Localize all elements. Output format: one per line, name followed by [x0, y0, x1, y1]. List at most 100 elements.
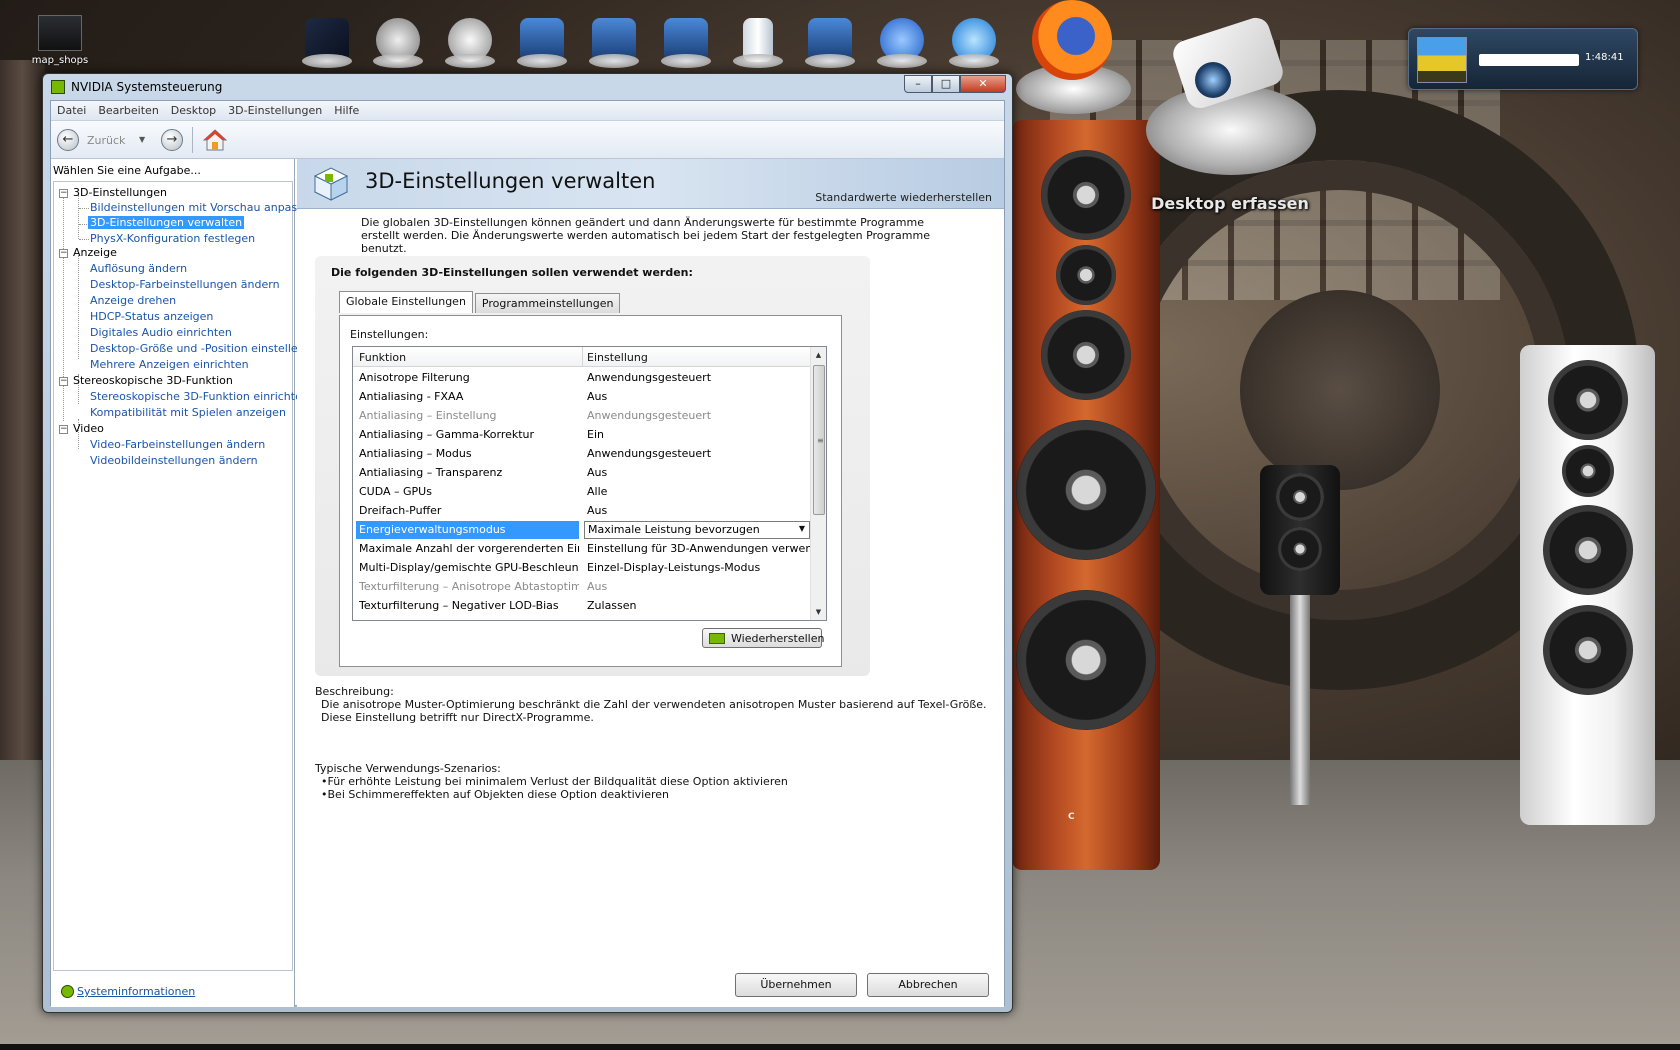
apply-button[interactable]: Übernehmen: [735, 973, 857, 997]
forward-arrow-icon[interactable]: →: [161, 129, 183, 151]
tab-program-settings[interactable]: Programmeinstellungen: [474, 293, 621, 313]
setting-value-text: Zulassen: [587, 599, 637, 612]
collapse-anzeige-icon[interactable]: −: [59, 249, 68, 258]
collapse-video-icon[interactable]: −: [59, 425, 68, 434]
home-icon[interactable]: [203, 129, 227, 151]
tree-category-stereoskopisch[interactable]: Stereoskopische 3D-Funktion: [73, 374, 233, 387]
restore-button-label: Wiederherstellen: [731, 632, 825, 645]
menu-3d-einstellungen[interactable]: 3D-Einstellungen: [222, 101, 328, 120]
setting-feature: Antialiasing – Transparenz: [359, 466, 503, 479]
dock-folder-icon[interactable]: [511, 6, 573, 68]
settings-row[interactable]: Anisotrope Filterung Anwendungsgesteuert: [353, 368, 811, 388]
tree-category-video[interactable]: Video: [73, 422, 104, 435]
tree-item-digitales-audio[interactable]: Digitales Audio einrichten: [90, 326, 232, 339]
tree-item-hdcp-status[interactable]: HDCP-Status anzeigen: [90, 310, 213, 323]
menu-bearbeiten[interactable]: Bearbeiten: [92, 101, 164, 120]
scroll-thumb[interactable]: ≡: [813, 365, 825, 515]
speaker-driver: [1276, 473, 1324, 521]
column-header-funktion[interactable]: Funktion: [359, 351, 406, 364]
close-button[interactable]: ✕: [960, 75, 1006, 93]
usage-list: Für erhöhte Leistung bei minimalem Verlu…: [321, 775, 788, 801]
black-speaker-image: [1260, 465, 1340, 595]
dock-opera-icon[interactable]: [871, 6, 933, 68]
column-header-einstellung[interactable]: Einstellung: [587, 351, 648, 364]
settings-row[interactable]: Multi-Display/gemischte GPU-Beschleunigu…: [353, 558, 811, 578]
dock-folder3-icon[interactable]: [655, 6, 717, 68]
setting-value: Einzel-Display-Leistungs-Modus: [587, 561, 807, 574]
intro-text: Die globalen 3D-Einstellungen können geä…: [361, 216, 930, 255]
cancel-button[interactable]: Abbrechen: [867, 973, 989, 997]
back-button-label[interactable]: Zurück: [87, 134, 125, 147]
setting-value-dropdown[interactable]: Maximale Leistung bevorzugen ▼: [584, 521, 810, 539]
tree-item-stereo-einrichten[interactable]: Stereoskopische 3D-Funktion einrichten: [90, 390, 309, 403]
tree-item-video-farbeinstellungen[interactable]: Video-Farbeinstellungen ändern: [90, 438, 265, 451]
maximize-button[interactable]: □: [932, 75, 960, 93]
usage-item: Für erhöhte Leistung bei minimalem Verlu…: [321, 775, 788, 788]
description-text: Die anisotrope Muster-Optimierung beschr…: [321, 698, 987, 724]
setting-value: Einstellung für 3D-Anwendungen verwenden: [587, 542, 826, 555]
collapse-3d-icon[interactable]: −: [59, 189, 68, 198]
speaker-driver: [1016, 590, 1156, 730]
back-arrow-icon[interactable]: ←: [57, 129, 79, 151]
media-player-widget[interactable]: 1:48:41: [1408, 28, 1638, 90]
scroll-up-icon[interactable]: ▲: [811, 347, 826, 363]
tree-item-desktop-farbeinstellungen[interactable]: Desktop-Farbeinstellungen ändern: [90, 278, 280, 291]
menu-datei[interactable]: Datei: [51, 101, 92, 120]
scroll-down-icon[interactable]: ▼: [811, 604, 826, 620]
setting-value-text: Anwendungsgesteuert: [587, 371, 712, 384]
tree-item-anzeige-drehen[interactable]: Anzeige drehen: [90, 294, 176, 307]
setting-value: Anwendungsgesteuert: [587, 371, 807, 384]
dock-harddisk-icon[interactable]: [367, 6, 429, 68]
firefox-icon[interactable]: [1032, 0, 1112, 80]
title-bar[interactable]: NVIDIA Systemsteuerung – □ ✕: [43, 74, 1012, 100]
settings-row[interactable]: Antialiasing - FXAA Aus: [353, 387, 811, 407]
settings-row[interactable]: Antialiasing – Modus Anwendungsgesteuert: [353, 444, 811, 464]
history-dropdown-icon[interactable]: ▼: [139, 135, 145, 144]
dock-recycle-bin-icon[interactable]: [727, 6, 789, 68]
tree-item-videobildeinstellungen[interactable]: Videobildeinstellungen ändern: [90, 454, 258, 467]
tree-item-physx[interactable]: PhysX-Konfiguration festlegen: [90, 232, 255, 245]
dock-internet-explorer-icon[interactable]: [943, 6, 1005, 68]
restore-defaults-link[interactable]: Standardwerte wiederherstellen: [815, 191, 992, 204]
settings-row[interactable]: Antialiasing – Einstellung Anwendungsgest…: [353, 406, 811, 426]
tree-item-bildeinstellungen[interactable]: Bildeinstellungen mit Vorschau anpassen: [90, 201, 317, 214]
tab-global-settings[interactable]: Globale Einstellungen: [339, 291, 473, 313]
tree-item-kompatibilitaet[interactable]: Kompatibilität mit Spielen anzeigen: [90, 406, 286, 419]
menu-desktop[interactable]: Desktop: [165, 101, 222, 120]
tree-category-anzeige[interactable]: Anzeige: [73, 246, 117, 259]
tree-item-desktop-groesse[interactable]: Desktop-Größe und -Position einstellen: [90, 342, 305, 355]
tree-category-3d-einstellungen[interactable]: 3D-Einstellungen: [73, 186, 167, 199]
dock-harddisk2-icon[interactable]: [439, 6, 501, 68]
tree-item-mehrere-anzeigen[interactable]: Mehrere Anzeigen einrichten: [90, 358, 249, 371]
settings-row[interactable]: Maximale Anzahl der vorgerenderten Einz.…: [353, 539, 826, 559]
settings-row[interactable]: Energieverwaltungsmodus Maximale Leistung…: [353, 520, 811, 540]
dock-computer-icon[interactable]: [296, 6, 358, 68]
collapse-stereo-icon[interactable]: −: [59, 377, 68, 386]
background-pillar: [0, 60, 45, 820]
column-divider[interactable]: [582, 347, 583, 367]
dropdown-arrow-icon[interactable]: ▼: [799, 524, 805, 533]
restore-button[interactable]: Wiederherstellen: [702, 628, 825, 648]
settings-row[interactable]: CUDA – GPUs Alle: [353, 482, 811, 502]
desktop-capture-label[interactable]: Desktop erfassen: [1140, 194, 1320, 213]
system-information-link[interactable]: Systeminformationen: [61, 985, 195, 998]
settings-row[interactable]: Texturfilterung – Anisotrope Abtastoptim…: [353, 577, 811, 597]
settings-row[interactable]: Antialiasing – Gamma-Korrektur Ein: [353, 425, 811, 445]
setting-value: Aus: [587, 580, 807, 593]
menu-hilfe[interactable]: Hilfe: [328, 101, 365, 120]
tree-item-aufloesung[interactable]: Auflösung ändern: [90, 262, 187, 275]
setting-value-text: Einstellung für 3D-Anwendungen verwenden: [587, 542, 827, 555]
desktop-icon-label: map_shops: [31, 55, 89, 66]
dock-folder4-icon[interactable]: [799, 6, 861, 68]
dock-folder2-icon[interactable]: [583, 6, 645, 68]
media-progress-bar[interactable]: [1479, 54, 1579, 66]
settings-row[interactable]: Texturfilterung – Negativer LOD-Bias Zula…: [353, 596, 811, 616]
settings-row[interactable]: Dreifach-Puffer Aus: [353, 501, 811, 521]
settings-row[interactable]: Antialiasing – Transparenz Aus: [353, 463, 811, 483]
tree-item-3d-einstellungen-verwalten[interactable]: 3D-Einstellungen verwalten: [88, 216, 245, 229]
desktop-icon-map-shops[interactable]: map_shops: [30, 15, 90, 66]
grid-scrollbar[interactable]: ▲ ≡ ▼: [810, 347, 826, 620]
window-controls: – □ ✕: [904, 75, 1006, 93]
minimize-button[interactable]: –: [904, 75, 932, 93]
system-information-label[interactable]: Systeminformationen: [77, 985, 195, 998]
